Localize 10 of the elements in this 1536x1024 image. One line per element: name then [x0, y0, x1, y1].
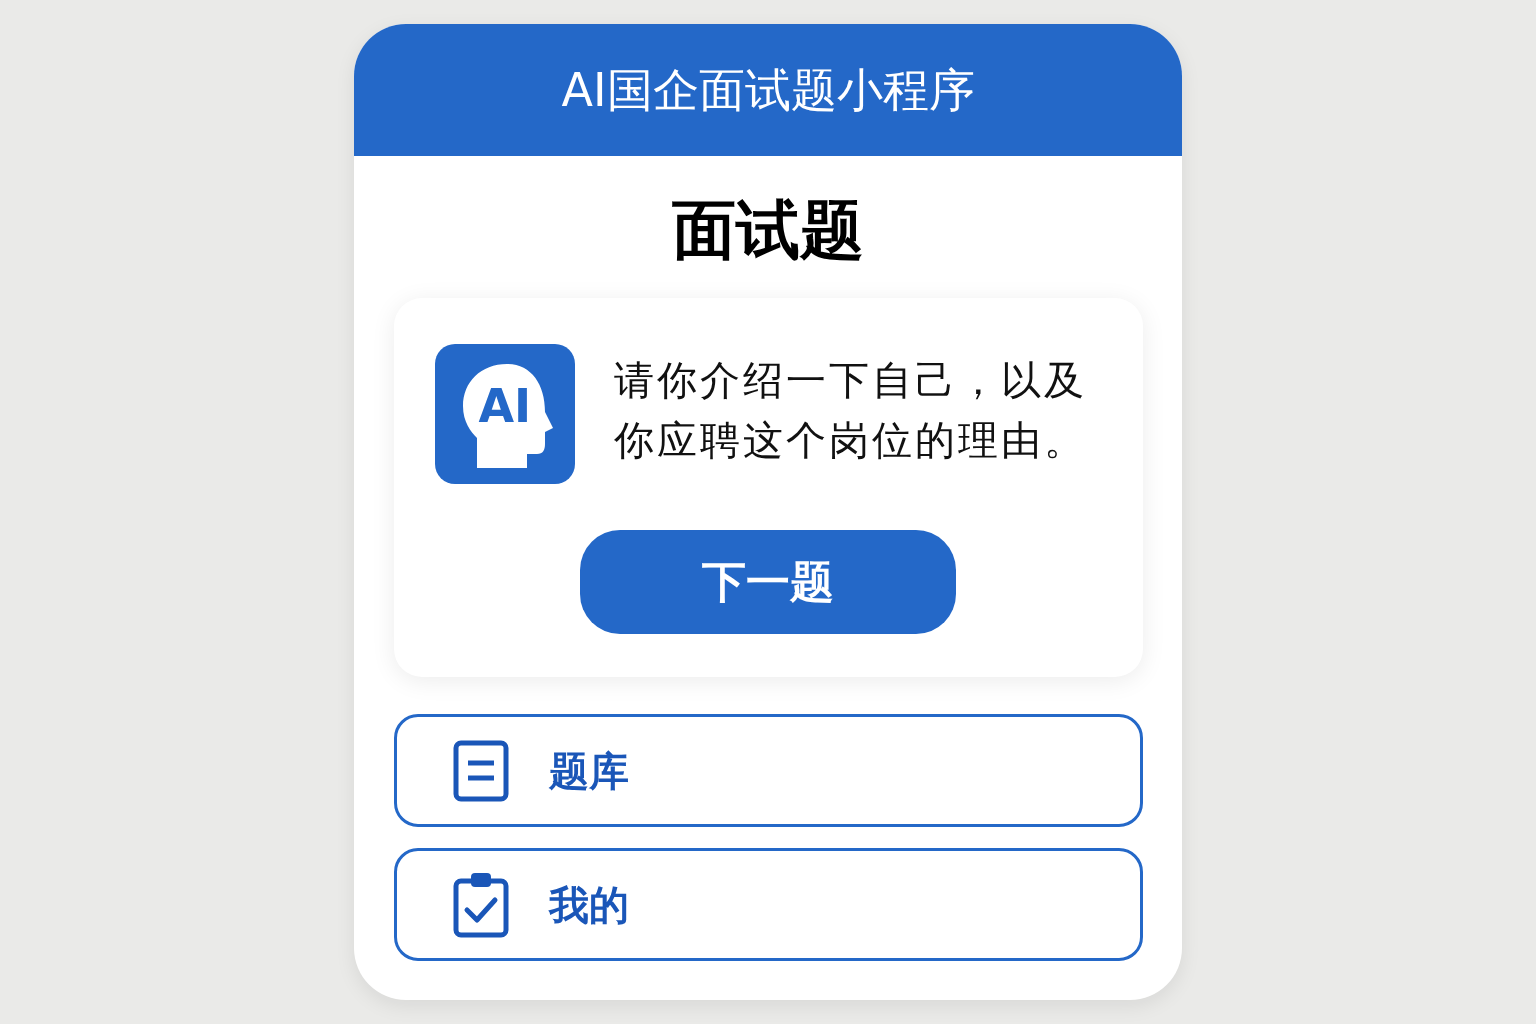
- app-title: AI国企面试题小程序: [561, 61, 975, 119]
- nav-item[interactable]: 题库: [393, 714, 1143, 827]
- document-icon: [452, 739, 509, 802]
- logo-text: AI: [478, 378, 532, 434]
- next-question-button[interactable]: 下一题: [580, 530, 956, 634]
- question-text: 请你介绍一下自己，以及你应聘这个岗位的理由。: [613, 356, 1088, 465]
- nav-item[interactable]: 我的: [393, 848, 1143, 961]
- page-heading: 面试题: [672, 192, 864, 269]
- head-icon: [460, 362, 555, 470]
- clipboard-check-icon: [452, 871, 509, 938]
